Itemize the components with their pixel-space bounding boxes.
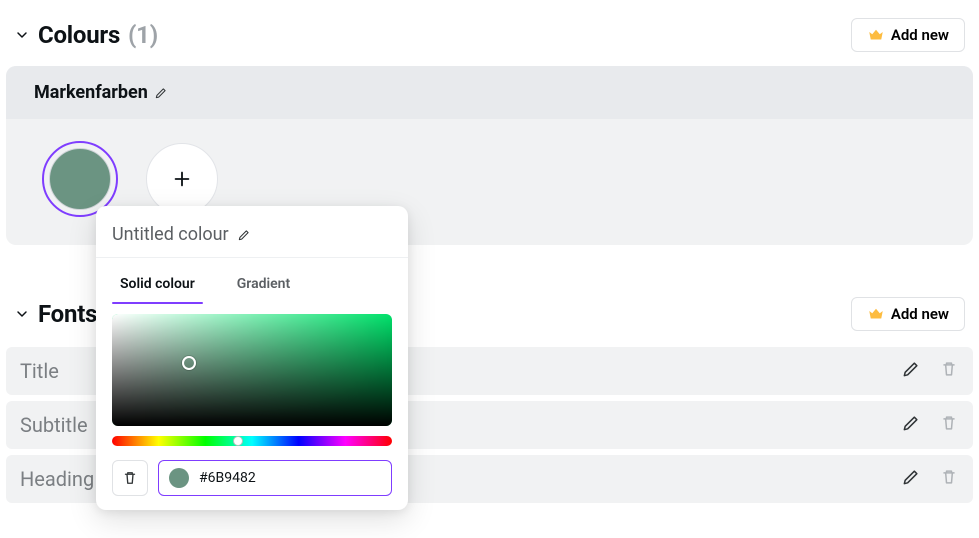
add-new-label: Add new <box>891 305 949 323</box>
colours-count: (1) <box>128 21 158 49</box>
hue-slider-thumb[interactable] <box>233 436 243 446</box>
palette-name-row[interactable]: Markenfarben <box>6 66 973 119</box>
edit-icon <box>237 228 251 242</box>
pencil-icon <box>901 467 921 487</box>
font-row-label: Subtitle <box>20 413 88 437</box>
sv-indicator[interactable] <box>182 356 196 370</box>
fonts-section-toggle[interactable]: Fonts <box>14 300 97 328</box>
saturation-value-panel[interactable] <box>112 314 392 426</box>
font-row-actions <box>901 413 959 437</box>
plus-icon <box>171 168 193 190</box>
font-row-actions <box>901 359 959 383</box>
crown-icon <box>867 26 885 44</box>
font-row-label: Heading <box>20 467 94 491</box>
hex-preview-swatch <box>169 468 189 488</box>
delete-colour-button[interactable] <box>112 460 148 496</box>
chevron-down-icon <box>14 306 30 322</box>
trash-icon <box>939 467 959 487</box>
swatch-row <box>6 119 973 217</box>
font-row-actions <box>901 467 959 491</box>
delete-font-button[interactable] <box>939 413 959 437</box>
hex-input-row <box>112 460 392 496</box>
delete-font-button[interactable] <box>939 359 959 383</box>
colours-title: Colours <box>38 21 120 49</box>
colour-swatch-fill <box>49 148 111 210</box>
colours-section-toggle[interactable]: Colours (1) <box>14 21 158 49</box>
colours-section-header: Colours (1) Add new <box>0 0 979 62</box>
add-new-colour-button[interactable]: Add new <box>851 18 965 52</box>
delete-font-button[interactable] <box>939 467 959 491</box>
hue-slider[interactable] <box>112 436 392 446</box>
pencil-icon <box>901 359 921 379</box>
font-row-label: Title <box>20 359 59 383</box>
trash-icon <box>939 359 959 379</box>
add-new-label: Add new <box>891 26 949 44</box>
trash-icon <box>121 469 139 487</box>
tab-gradient[interactable]: Gradient <box>229 270 298 304</box>
pencil-icon <box>901 413 921 433</box>
edit-icon <box>154 86 168 100</box>
edit-font-button[interactable] <box>901 467 921 491</box>
crown-icon <box>867 305 885 323</box>
popover-title-row[interactable]: Untitled colour <box>96 220 408 258</box>
add-new-font-button[interactable]: Add new <box>851 297 965 331</box>
fonts-title: Fonts <box>38 300 97 328</box>
colour-mode-tabs: Solid colour Gradient <box>96 258 408 304</box>
edit-font-button[interactable] <box>901 359 921 383</box>
tab-solid-colour[interactable]: Solid colour <box>112 270 203 304</box>
edit-font-button[interactable] <box>901 413 921 437</box>
palette-name: Markenfarben <box>34 82 148 103</box>
add-colour-swatch-button[interactable] <box>146 143 218 215</box>
colour-picker-popover: Untitled colour Solid colour Gradient <box>96 206 408 510</box>
hex-input-wrap[interactable] <box>158 460 392 496</box>
popover-title: Untitled colour <box>112 224 229 245</box>
chevron-down-icon <box>14 27 30 43</box>
hex-input[interactable] <box>199 470 381 486</box>
trash-icon <box>939 413 959 433</box>
